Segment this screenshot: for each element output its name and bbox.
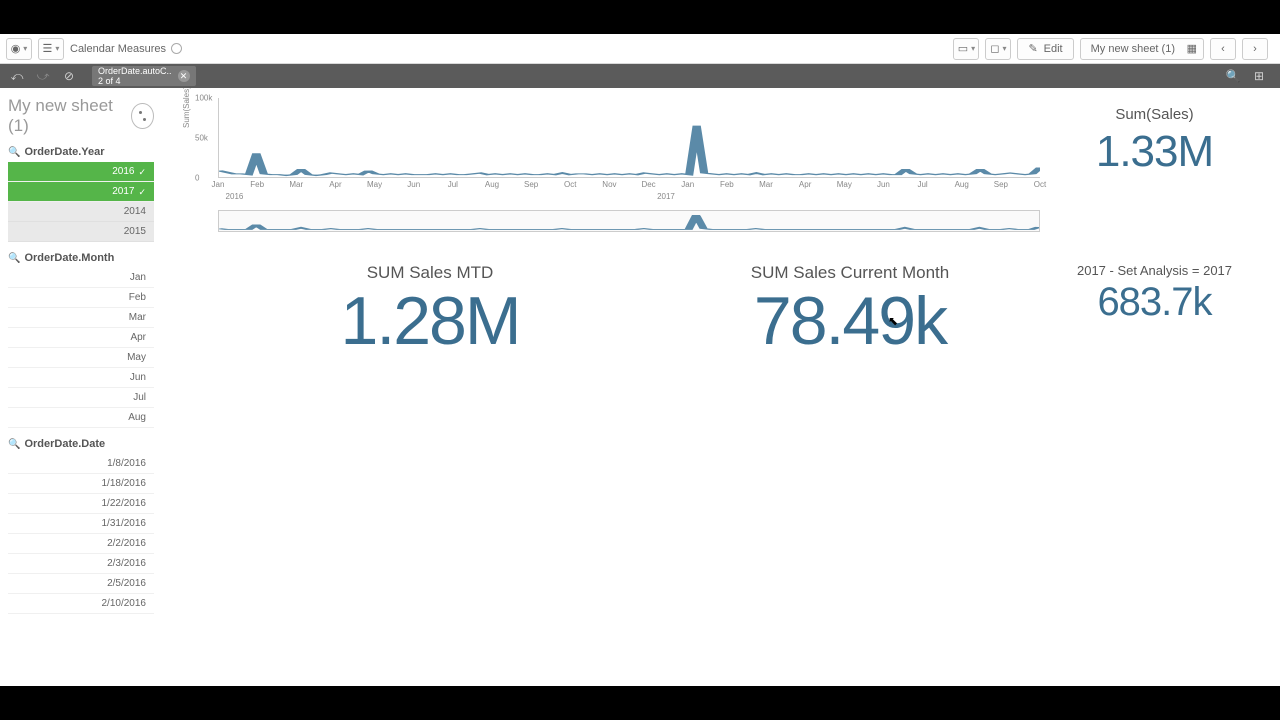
- filter-month-item[interactable]: Feb: [8, 288, 154, 308]
- devhub-button[interactable]: ▭▾: [953, 38, 979, 60]
- view-list-button[interactable]: ☰▾: [38, 38, 64, 60]
- sheet-title: My new sheet (1): [8, 96, 154, 136]
- filter-month-item[interactable]: Apr: [8, 328, 154, 348]
- filter-date-item[interactable]: 2/3/2016: [8, 554, 154, 574]
- step-back-icon[interactable]: ⤺: [6, 67, 28, 85]
- kpi-sum-sales[interactable]: Sum(Sales) 1.33M: [1047, 106, 1262, 177]
- filter-month-item[interactable]: Aug: [8, 408, 154, 428]
- filter-date-item[interactable]: 1/8/2016: [8, 454, 154, 474]
- filter-month-item[interactable]: Mar: [8, 308, 154, 328]
- global-menu-button[interactable]: ◉▾: [6, 38, 32, 60]
- sheet-selector[interactable]: My new sheet (1) ▦: [1080, 38, 1204, 60]
- bookmark-button[interactable]: ◻▾: [985, 38, 1011, 60]
- close-icon[interactable]: ✕: [178, 70, 190, 82]
- filter-month-item[interactable]: Jun: [8, 368, 154, 388]
- grid-icon: ▦: [1187, 42, 1197, 55]
- filter-date-item[interactable]: 1/18/2016: [8, 474, 154, 494]
- pencil-icon: ✎: [1028, 42, 1037, 55]
- filter-date-item[interactable]: 1/22/2016: [8, 494, 154, 514]
- app-title: Calendar Measures: [70, 43, 182, 55]
- filter-year-item[interactable]: 2016✓: [8, 162, 154, 182]
- filter-month-item[interactable]: May: [8, 348, 154, 368]
- search-icon: 🔍: [8, 147, 20, 158]
- y-axis-label: Sum(Sales): [182, 88, 191, 128]
- kpi-mtd[interactable]: SUM Sales MTD 1.28M: [220, 263, 640, 355]
- info-icon: [171, 43, 182, 54]
- selections-tool-icon[interactable]: ⊞: [1248, 67, 1270, 85]
- filter-panel: My new sheet (1) 🔍OrderDate.Year 2016✓20…: [0, 88, 160, 686]
- selection-bar: ⤺ ⤻ ⊘ OrderDate.autoC.. 2 of 4 ✕ 🔍 ⊞: [0, 64, 1280, 88]
- filter-date-header[interactable]: 🔍OrderDate.Date: [8, 438, 154, 450]
- filter-date-item[interactable]: 2/10/2016: [8, 594, 154, 614]
- clear-all-icon[interactable]: ⊘: [58, 67, 80, 85]
- timeline-chart[interactable]: Sum(Sales) 050k100k JanFebMarAprMayJunJu…: [200, 98, 1040, 213]
- filter-year-item[interactable]: 2014: [8, 202, 154, 222]
- selection-pill[interactable]: OrderDate.autoC.. 2 of 4 ✕: [92, 66, 196, 86]
- search-icon[interactable]: 🔍: [1222, 67, 1244, 85]
- prev-sheet-button[interactable]: ‹: [1210, 38, 1236, 60]
- filter-date-item[interactable]: 1/31/2016: [8, 514, 154, 534]
- filter-month-header[interactable]: 🔍OrderDate.Month: [8, 252, 154, 264]
- filter-month-item[interactable]: Jan: [8, 268, 154, 288]
- filter-year-item[interactable]: 2015: [8, 222, 154, 242]
- edit-button[interactable]: ✎ Edit: [1017, 38, 1073, 60]
- filter-year-item[interactable]: 2017✓: [8, 182, 154, 202]
- filter-month-item[interactable]: Jul: [8, 388, 154, 408]
- step-forward-icon[interactable]: ⤻: [32, 67, 54, 85]
- search-icon: 🔍: [8, 253, 20, 264]
- filter-date-item[interactable]: 2/5/2016: [8, 574, 154, 594]
- kpi-current-month[interactable]: SUM Sales Current Month 78.49k: [640, 263, 1060, 355]
- main-canvas: Sum(Sales) 050k100k JanFebMarAprMayJunJu…: [160, 88, 1280, 686]
- chart-scrubber[interactable]: [218, 210, 1040, 232]
- top-toolbar: ◉▾ ☰▾ Calendar Measures ▭▾ ◻▾ ✎ Edit My …: [0, 34, 1280, 64]
- search-icon: 🔍: [8, 439, 20, 450]
- filter-date-item[interactable]: 2/2/2016: [8, 534, 154, 554]
- exploration-icon[interactable]: [131, 103, 154, 129]
- filter-year-header[interactable]: 🔍OrderDate.Year: [8, 146, 154, 158]
- next-sheet-button[interactable]: ›: [1242, 38, 1268, 60]
